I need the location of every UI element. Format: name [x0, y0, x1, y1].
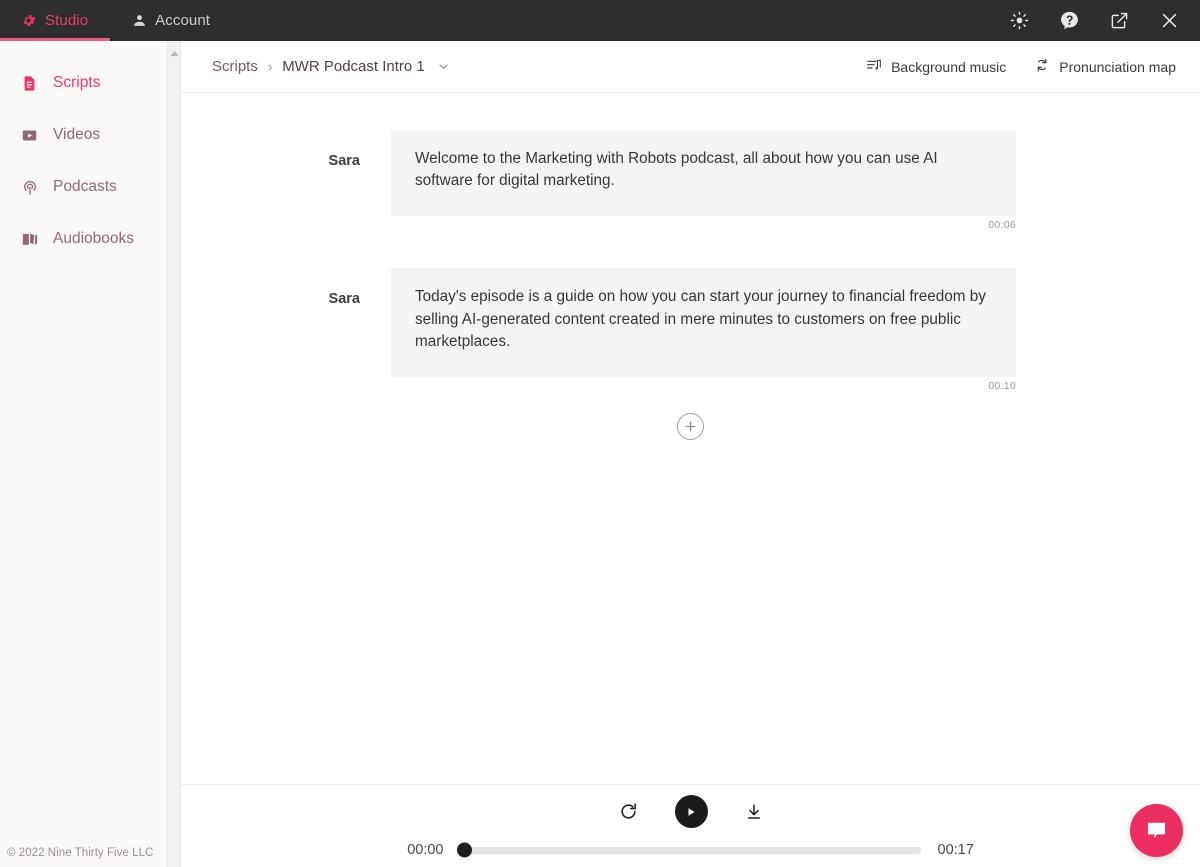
breadcrumb-scripts[interactable]: Scripts	[212, 58, 258, 75]
script-blocks: Sara Welcome to the Marketing with Robot…	[181, 93, 1200, 440]
add-block-button[interactable]	[677, 412, 704, 440]
sidebar-scrollbar[interactable]	[167, 41, 180, 867]
player-controls	[181, 785, 1200, 828]
book-icon	[20, 230, 39, 248]
block-duration: 00:06	[988, 219, 1016, 232]
chevron-down-icon[interactable]	[437, 60, 450, 73]
scroll-up-arrow-icon[interactable]	[168, 47, 181, 59]
top-bar-actions	[1004, 6, 1200, 36]
speaker-name: Sara	[328, 291, 360, 308]
script-block-body: Welcome to the Marketing with Robots pod…	[391, 130, 1016, 231]
video-icon	[20, 127, 39, 144]
script-canvas: Sara Welcome to the Marketing with Robot…	[181, 93, 1200, 784]
pronunciation-map-button[interactable]: Pronunciation map	[1034, 57, 1176, 76]
tab-account-label: Account	[155, 12, 211, 29]
main-header: Scripts › MWR Podcast Intro 1 Background…	[181, 41, 1200, 93]
total-time: 00:17	[937, 842, 974, 858]
sidebar-footer: © 2022 Nine Thirty Five LLC	[7, 847, 154, 859]
external-link-icon[interactable]	[1104, 6, 1134, 36]
block-duration: 00:10	[988, 379, 1016, 392]
sidebar-item-videos-label: Videos	[53, 126, 101, 143]
speaker-name: Sara	[328, 153, 360, 169]
script-block: Sara Welcome to the Marketing with Robot…	[181, 130, 1200, 231]
podcast-icon	[20, 178, 39, 196]
breadcrumb-separator: ›	[267, 59, 273, 74]
progress-thumb[interactable]	[456, 842, 472, 858]
tab-studio-label: Studio	[45, 12, 89, 29]
sidebar-nav: Scripts Videos Podcasts Audiobooks	[0, 41, 180, 265]
add-block-row	[181, 412, 1200, 440]
pronunciation-map-label: Pronunciation map	[1059, 58, 1176, 75]
script-text[interactable]: Today's episode is a guide on how you ca…	[391, 268, 1016, 377]
top-bar-tabs: Studio Account	[0, 0, 232, 41]
sidebar-item-scripts-label: Scripts	[53, 74, 101, 91]
sidebar-item-podcasts-label: Podcasts	[53, 178, 117, 195]
breadcrumb: Scripts › MWR Podcast Intro 1	[181, 58, 450, 75]
sidebar-item-scripts[interactable]: Scripts	[0, 57, 180, 109]
help-icon[interactable]	[1054, 6, 1084, 36]
script-text[interactable]: Welcome to the Marketing with Robots pod…	[391, 130, 1016, 217]
tab-studio[interactable]: Studio	[0, 0, 111, 41]
app-window: Studio Account Scripts Videos Podcasts A…	[0, 0, 1200, 867]
download-icon[interactable]	[745, 803, 763, 821]
background-music-button[interactable]: Background music	[866, 57, 1006, 76]
current-time: 00:00	[407, 842, 444, 858]
sidebar-item-podcasts[interactable]: Podcasts	[0, 161, 180, 213]
play-icon[interactable]	[674, 795, 708, 828]
breadcrumb-current[interactable]: MWR Podcast Intro 1	[282, 58, 425, 75]
script-block-body: Today's episode is a guide on how you ca…	[391, 268, 1016, 392]
top-bar: Studio Account	[0, 0, 1200, 41]
background-music-label: Background music	[891, 58, 1007, 75]
person-icon	[132, 13, 147, 28]
tab-account[interactable]: Account	[110, 0, 232, 41]
sidebar-item-videos[interactable]: Videos	[0, 109, 180, 161]
gear-icon	[22, 13, 37, 28]
main-panel: Scripts › MWR Podcast Intro 1 Background…	[181, 41, 1200, 867]
main-header-actions: Background music Pronunciation map	[866, 57, 1200, 76]
script-block: Sara Today's episode is a guide on how y…	[181, 268, 1200, 392]
refresh-cycle-icon	[1034, 57, 1050, 76]
chat-bubble-icon	[1147, 822, 1166, 838]
progress-track[interactable]	[456, 842, 921, 858]
sidebar-item-audiobooks-label: Audiobooks	[53, 230, 135, 247]
player-timeline: 00:00 00:17	[181, 828, 1200, 858]
restart-icon[interactable]	[619, 802, 638, 821]
chat-button[interactable]	[1130, 804, 1183, 857]
brightness-icon[interactable]	[1004, 6, 1034, 36]
audio-player: 00:00 00:17	[181, 784, 1200, 867]
sidebar-item-audiobooks[interactable]: Audiobooks	[0, 213, 180, 265]
close-icon[interactable]	[1154, 6, 1184, 36]
sidebar: Scripts Videos Podcasts Audiobooks © 202…	[0, 41, 181, 867]
music-lines-icon	[866, 57, 882, 76]
document-icon	[20, 75, 39, 92]
